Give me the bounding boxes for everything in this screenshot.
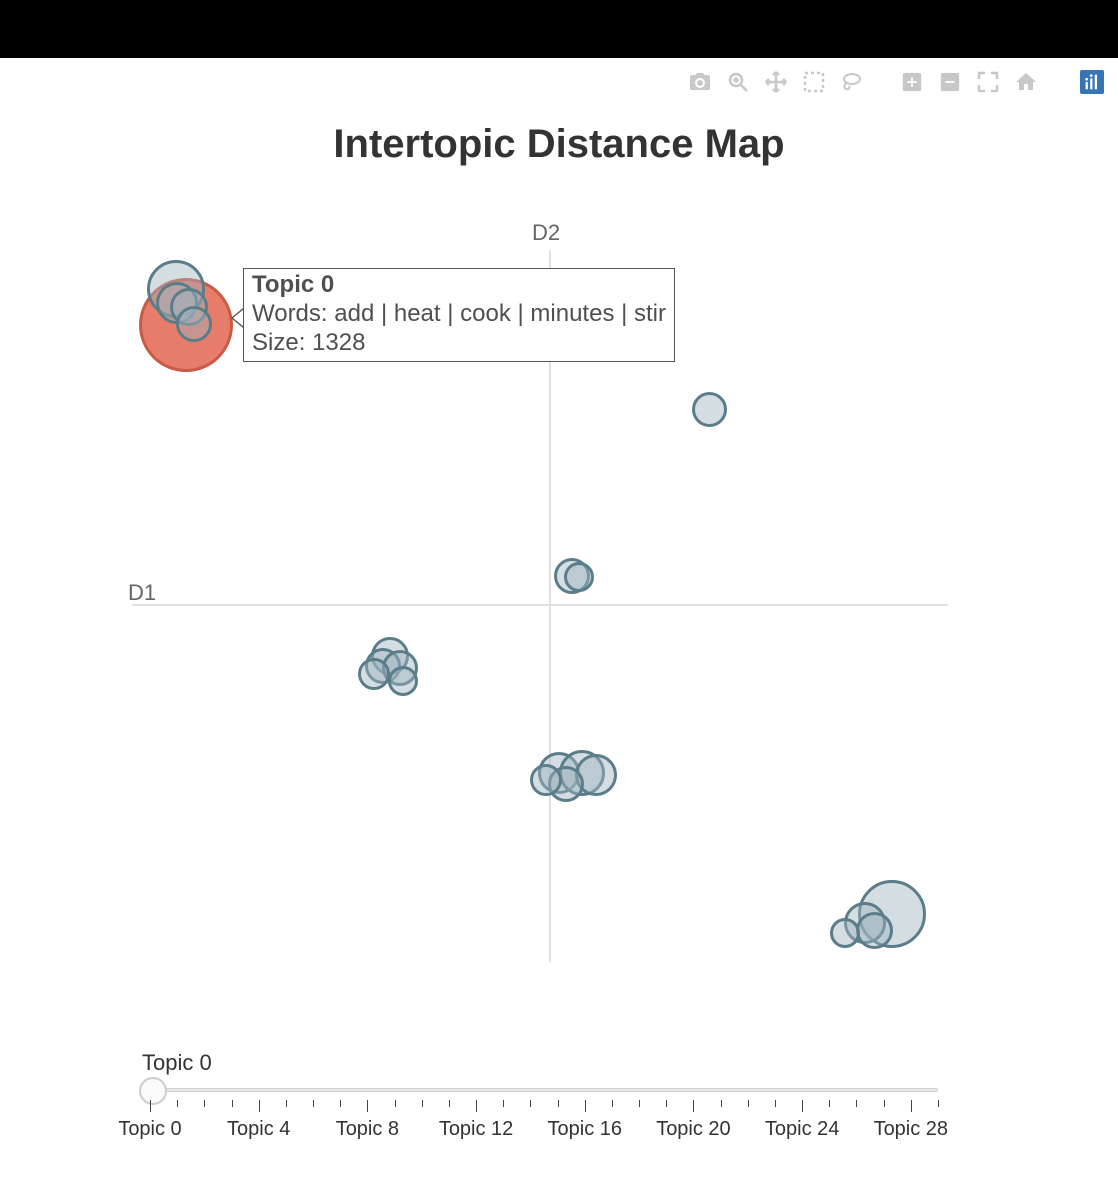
slider-tick-labels: Topic 0Topic 4Topic 8Topic 12Topic 16Top… xyxy=(150,1118,938,1142)
box-select-icon[interactable] xyxy=(802,70,826,94)
topic-bubble[interactable] xyxy=(856,912,893,949)
topic-bubble[interactable] xyxy=(564,562,594,592)
tooltip-title: Topic 0 xyxy=(252,271,666,300)
topic-bubble[interactable] xyxy=(358,658,390,690)
camera-icon[interactable] xyxy=(688,70,712,94)
lasso-icon[interactable] xyxy=(840,70,864,94)
topic-bubble[interactable] xyxy=(530,764,562,796)
topic-bubble[interactable] xyxy=(830,918,860,948)
zoom-out-icon[interactable] xyxy=(938,70,962,94)
autoscale-icon[interactable] xyxy=(976,70,1000,94)
slider-tick-label: Topic 4 xyxy=(227,1118,290,1141)
slider-ticks xyxy=(150,1100,938,1116)
topic-slider: Topic 0 Topic 0Topic 4Topic 8Topic 12Top… xyxy=(132,1050,948,1142)
top-black-bar xyxy=(0,0,1118,58)
plotly-logo-icon[interactable] xyxy=(1080,70,1104,94)
slider-tick-label: Topic 28 xyxy=(874,1118,949,1141)
home-icon[interactable] xyxy=(1014,70,1038,94)
zoom-icon[interactable] xyxy=(726,70,750,94)
slider-tick-label: Topic 12 xyxy=(439,1118,514,1141)
topic-bubble[interactable] xyxy=(176,306,212,342)
chart-title: Intertopic Distance Map xyxy=(0,122,1118,167)
slider-track[interactable] xyxy=(150,1088,938,1092)
plot-toolbar xyxy=(688,70,1104,94)
x-axis-line xyxy=(132,604,948,606)
topic-bubble[interactable] xyxy=(388,666,418,696)
slider-tick-label: Topic 20 xyxy=(656,1118,731,1141)
slider-current-label: Topic 0 xyxy=(142,1050,948,1076)
y-axis-label: D2 xyxy=(532,220,560,246)
slider-tick-label: Topic 8 xyxy=(336,1118,399,1141)
tooltip: Topic 0 Words: add | heat | cook | minut… xyxy=(243,268,675,362)
slider-tick-label: Topic 16 xyxy=(548,1118,623,1141)
scatter-plot[interactable]: D2 D1 xyxy=(132,216,948,962)
tooltip-size: Size: 1328 xyxy=(252,329,666,358)
tooltip-words: Words: add | heat | cook | minutes | sti… xyxy=(252,300,666,329)
x-axis-label: D1 xyxy=(128,580,156,606)
slider-tick-label: Topic 24 xyxy=(765,1118,840,1141)
zoom-in-icon[interactable] xyxy=(900,70,924,94)
pan-icon[interactable] xyxy=(764,70,788,94)
topic-bubble[interactable] xyxy=(692,392,727,427)
slider-tick-label: Topic 0 xyxy=(118,1118,181,1141)
